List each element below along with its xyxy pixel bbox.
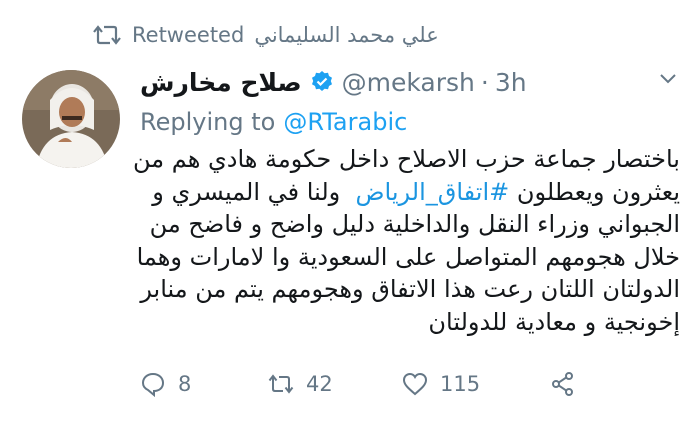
retweet-button[interactable]: 42 <box>268 371 402 397</box>
avatar-image <box>22 70 120 168</box>
retweet-label: Retweeted <box>132 23 245 47</box>
tweet-line: الدولتان اللتان رعت هذا الاتفاق وهجومهم … <box>140 275 680 303</box>
tweet-text: باختصار جماعة حزب الاصلاح داخل حكومة هاد… <box>132 143 680 338</box>
like-button[interactable]: 115 <box>402 371 550 397</box>
tweet-line: خلال هجومهم المتواصل على السعودية وا لام… <box>136 242 680 271</box>
verified-badge-icon <box>311 71 332 91</box>
tweet-timestamp[interactable]: 3h <box>495 68 527 97</box>
share-button[interactable] <box>550 371 576 397</box>
reply-icon <box>141 372 165 397</box>
tweet-line-segment: ولنا في الميسري و <box>152 177 341 206</box>
reply-button[interactable]: 8 <box>140 371 268 397</box>
retweet-icon <box>268 374 294 394</box>
retweet-count: 42 <box>306 372 333 396</box>
tweet-line: إخونجية و معادية للدولتان <box>428 307 680 336</box>
hashtag-link[interactable]: #اتفاق_الرياض <box>356 178 510 206</box>
tweet-line: باختصار جماعة حزب الاصلاح داخل حكومة هاد… <box>132 145 680 173</box>
reply-count: 8 <box>178 372 192 396</box>
tweet-line: الجبواني وزراء النقل والداخلية دليل واضح… <box>149 210 680 238</box>
chevron-down-icon[interactable] <box>656 66 680 90</box>
reply-context: Replying to @RTarabic <box>140 104 407 140</box>
retweet-icon <box>93 25 121 45</box>
tweet-line-with-hashtag: يعثرون ويعطلون #اتفاق_الرياض ولنا في الم… <box>146 176 680 209</box>
tweet-actions: 8 42 115 <box>140 367 620 401</box>
retweeted-by-name[interactable]: علي محمد السليماني <box>254 23 438 47</box>
replying-to-label: Replying to <box>140 108 276 136</box>
author-handle[interactable]: @mekarsh <box>342 68 475 97</box>
like-count: 115 <box>440 372 481 396</box>
share-icon <box>552 372 573 396</box>
avatar[interactable] <box>22 70 120 168</box>
tweet-header: صلاح مخارش @mekarsh · 3h <box>140 62 527 102</box>
heart-icon <box>402 372 428 396</box>
tweet-line-segment: يعثرون ويعطلون <box>516 177 680 206</box>
retweet-context: Retweeted علي محمد السليماني <box>92 18 439 52</box>
separator-dot: · <box>480 67 489 97</box>
replying-to-handle[interactable]: @RTarabic <box>283 108 407 136</box>
author-name[interactable]: صلاح مخارش <box>140 68 302 97</box>
